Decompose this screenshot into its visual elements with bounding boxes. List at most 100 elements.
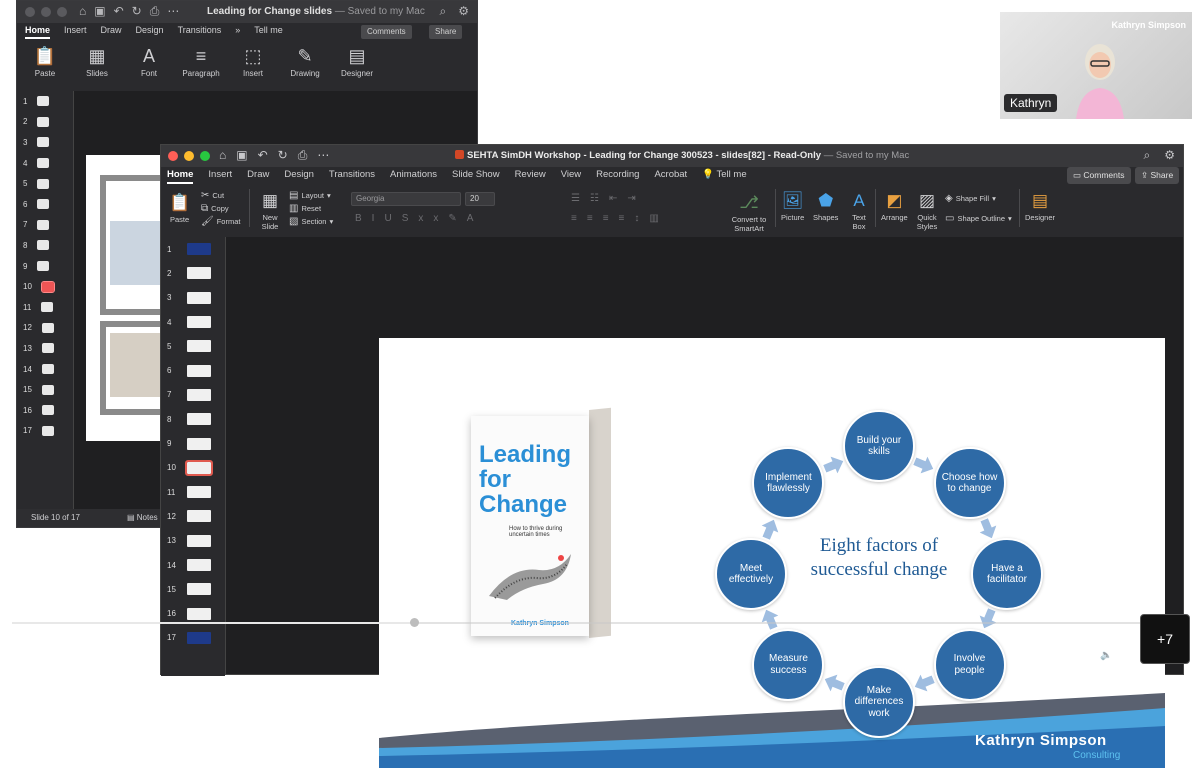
paste-button[interactable]: 📋 Paste (169, 191, 190, 224)
slide-thumbnail[interactable]: 17 (17, 421, 73, 442)
tab-transitions[interactable]: Transitions (329, 169, 375, 184)
font-name-select[interactable]: Georgia (351, 192, 461, 206)
slide-thumbnail[interactable]: 6 (17, 194, 73, 215)
slide-thumbnail[interactable]: 10 (161, 456, 225, 480)
comments-button[interactable]: Comments (361, 25, 412, 39)
share-button[interactable]: ⇪ Share (1135, 167, 1180, 184)
slide-thumbnail[interactable]: 1 (17, 91, 73, 112)
tab-acrobat[interactable]: Acrobat (654, 169, 687, 184)
slide-thumbnail[interactable]: 11 (17, 297, 73, 318)
save-icon[interactable]: ▣ (94, 4, 105, 19)
zoom-window-button[interactable] (200, 151, 210, 161)
font-color-icon[interactable]: A (467, 213, 474, 224)
redo-icon[interactable]: ↻ (132, 4, 142, 19)
slide-canvas[interactable]: Leading for Change How to thrive during … (225, 237, 1183, 768)
more-participants-button[interactable]: +7 (1140, 614, 1190, 664)
save-icon[interactable]: ▣ (236, 148, 247, 163)
search-icon[interactable]: ⌕ (440, 4, 447, 19)
pip-icon[interactable]: ▭ (1126, 650, 1135, 661)
reset-button[interactable]: ▥ Reset (289, 203, 321, 214)
slide-thumbnail[interactable]: 7 (17, 215, 73, 236)
forward-icon[interactable]: ↻ (57, 650, 66, 663)
comments-button[interactable]: ▭ Comments (1067, 167, 1131, 184)
align-right-icon[interactable]: ≡ (603, 213, 609, 224)
tab-review[interactable]: Review (515, 169, 546, 184)
shape-fill-button[interactable]: ◈ Shape Fill ▾ (945, 193, 996, 204)
close-window-button[interactable] (25, 7, 35, 17)
follow-speaker-button[interactable]: ☊ Follow speaker (80, 650, 153, 663)
recording-progress-bar[interactable] (12, 622, 1190, 624)
slide-thumbnail[interactable]: 14 (17, 359, 73, 380)
slide-thumbnail[interactable]: 5 (17, 173, 73, 194)
section-button[interactable]: ▧ Section ▾ (289, 216, 333, 227)
close-window-button[interactable] (168, 151, 178, 161)
slide-thumbnail[interactable]: 15 (161, 577, 225, 601)
slide-thumbnail[interactable]: 13 (161, 529, 225, 553)
slide-thumbnail[interactable]: 15 (17, 379, 73, 400)
minimize-window-button[interactable] (41, 7, 51, 17)
search-icon[interactable]: ⌕ (1144, 148, 1151, 163)
participant-video-tile[interactable]: Kathryn Simpson Kathryn (1000, 12, 1192, 119)
tab-tell-me[interactable]: Tell me (254, 25, 283, 39)
slide-thumbnail[interactable]: 1 (161, 237, 225, 261)
slide-thumbnail[interactable]: 6 (161, 358, 225, 382)
layout-button[interactable]: ▤ Layout ▾ (289, 190, 331, 201)
increase-indent-icon[interactable]: ⇥ (627, 193, 635, 204)
slides-button[interactable]: ▦ Slides (77, 43, 117, 91)
slide-thumbnail[interactable]: 2 (161, 261, 225, 285)
designer-button[interactable]: ▤ Designer (337, 43, 377, 91)
slide-thumbnail[interactable]: 10 (17, 276, 73, 297)
notes-button[interactable]: ▤ Notes (127, 513, 158, 522)
slide-thumbnail[interactable]: 13 (17, 338, 73, 359)
new-slide-button[interactable]: ▦ New Slide (257, 189, 283, 231)
tab-insert[interactable]: Insert (64, 25, 87, 39)
slide-thumbnail[interactable]: 16 (17, 400, 73, 421)
tab-draw[interactable]: Draw (247, 169, 269, 184)
slide-thumbnail[interactable]: 12 (17, 318, 73, 339)
share-icon[interactable]: ⚙ (458, 4, 469, 19)
underline-button[interactable]: U (384, 213, 391, 224)
paragraph-button[interactable]: ≡ Paragraph (181, 43, 221, 91)
tab-overflow[interactable]: » (235, 25, 240, 39)
print-icon[interactable]: ⎙ (298, 148, 308, 163)
shape-outline-button[interactable]: ▭ Shape Outline ▾ (945, 213, 1012, 224)
slide-thumbnail[interactable]: 3 (161, 286, 225, 310)
pause-icon[interactable]: ⏸ (14, 650, 20, 663)
insert-button[interactable]: ⬚ Insert (233, 43, 273, 91)
copy-button[interactable]: ⧉ Copy (201, 203, 229, 214)
tab-recording[interactable]: Recording (596, 169, 639, 184)
picture-button[interactable]: 🖼 Picture (781, 189, 804, 222)
slide-thumbnail[interactable]: 14 (161, 553, 225, 577)
tab-draw[interactable]: Draw (101, 25, 122, 39)
arrange-button[interactable]: ◩ Arrange (881, 189, 908, 222)
more-icon[interactable]: ⋯ (167, 4, 179, 19)
slide-thumbnail[interactable]: 11 (161, 480, 225, 504)
home-icon[interactable]: ⌂ (79, 4, 86, 19)
superscript-button[interactable]: x (433, 213, 438, 224)
tab-home[interactable]: Home (167, 169, 194, 184)
shapes-button[interactable]: ⬟ Shapes (813, 189, 838, 222)
tab-insert[interactable]: Insert (208, 169, 232, 184)
tab-design[interactable]: Design (136, 25, 164, 39)
align-center-icon[interactable]: ≡ (587, 213, 593, 224)
share-button[interactable]: Share (429, 25, 463, 39)
tab-view[interactable]: View (561, 169, 581, 184)
format-painter-button[interactable]: 🖌 Format (201, 216, 240, 227)
highlight-icon[interactable]: ✎ (448, 213, 456, 224)
strikethrough-button[interactable]: S (402, 213, 409, 224)
italic-button[interactable]: I (372, 213, 375, 224)
slide-thumbnail[interactable]: 5 (161, 334, 225, 358)
more-icon[interactable]: ⋯ (317, 148, 329, 163)
slide-thumbnail[interactable]: 9 (161, 431, 225, 455)
slide-thumbnail[interactable]: 9 (17, 256, 73, 277)
tab-tell-me[interactable]: 💡 Tell me (702, 169, 746, 184)
home-icon[interactable]: ⌂ (219, 148, 226, 163)
subscript-button[interactable]: x (418, 213, 423, 224)
undo-icon[interactable]: ↶ (114, 4, 124, 19)
font-button[interactable]: A Font (129, 43, 169, 91)
convert-smartart-button[interactable]: ⎇ Convert to SmartArt (729, 191, 769, 233)
slide-thumbnail[interactable]: 2 (17, 112, 73, 133)
slide-thumbnail[interactable]: 12 (161, 504, 225, 528)
volume-icon[interactable]: 🔈 (1100, 650, 1112, 661)
line-spacing-icon[interactable]: ↕ (634, 213, 639, 224)
